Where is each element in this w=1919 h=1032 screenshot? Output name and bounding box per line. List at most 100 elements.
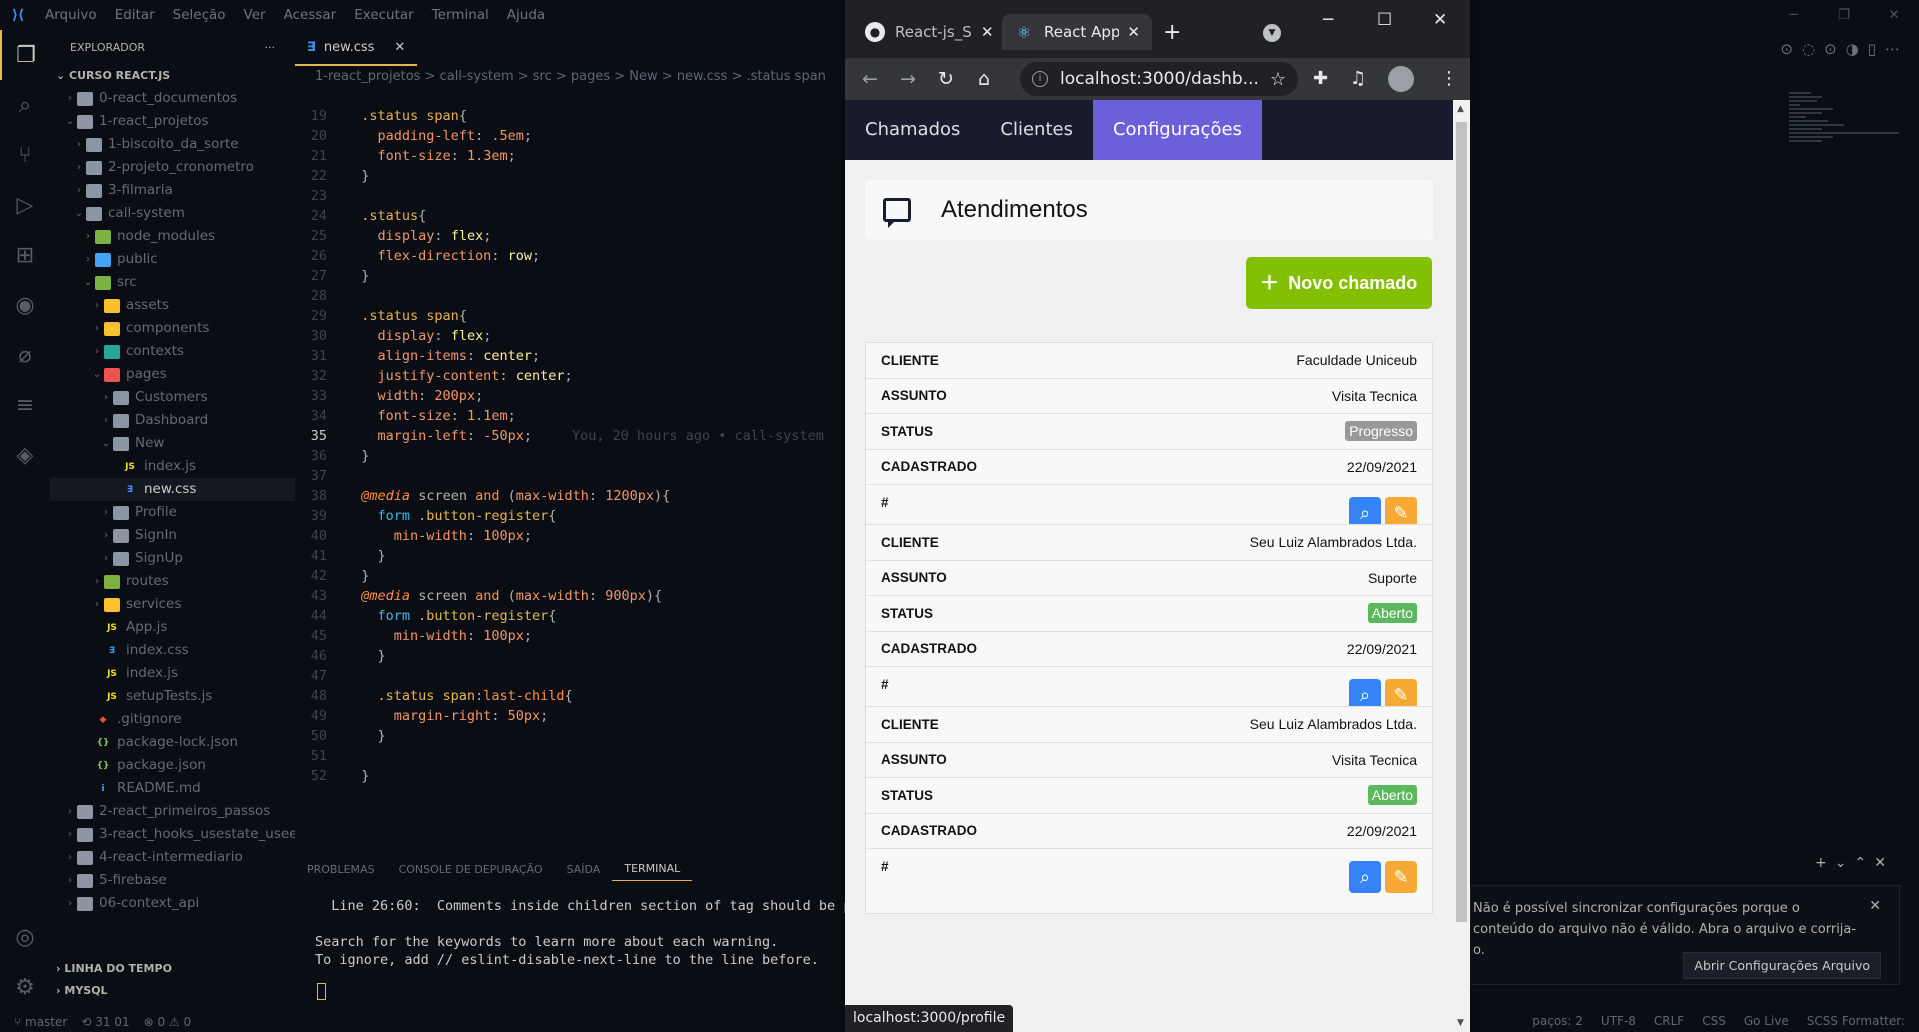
nav-chamados[interactable]: Chamados (845, 100, 980, 160)
tab-search-icon[interactable]: ▼ (1263, 24, 1281, 42)
tree-item[interactable]: › Profile (50, 501, 295, 524)
eol-status[interactable]: CRLF (1654, 1014, 1684, 1028)
tree-item[interactable]: › 1-biscoito_da_sorte (50, 133, 295, 156)
layers-icon[interactable]: ◈ (0, 430, 50, 480)
tree-item[interactable]: ∃ new.css (50, 478, 295, 501)
github-icon[interactable]: ◉ (0, 280, 50, 330)
menu-acessar[interactable]: Acessar (275, 7, 346, 23)
timeline-section[interactable]: › LINHA DO TEMPO (50, 958, 295, 980)
tree-item[interactable]: › routes (50, 570, 295, 593)
tree-item[interactable]: › 2-react_primeiros_passos (50, 800, 295, 823)
scss-formatter-status[interactable]: SCSS Formatter: (1807, 1014, 1905, 1028)
tree-item[interactable]: › node_modules (50, 225, 295, 248)
bookmark-star-icon[interactable]: ☆ (1270, 69, 1286, 90)
problems-status[interactable]: ⊗ 0 ⚠ 0 (144, 1015, 192, 1029)
minimize-icon[interactable]: ─ (1769, 0, 1819, 30)
scroll-down-icon[interactable]: ▼ (1457, 1018, 1464, 1028)
tree-item[interactable]: ◆ .gitignore (50, 708, 295, 731)
tree-item[interactable]: JS App.js (50, 616, 295, 639)
git-graph-icon[interactable]: ⌀ (0, 330, 50, 380)
minimize-icon[interactable]: ─ (1323, 10, 1333, 30)
tree-item[interactable]: ⌄ pages (50, 363, 295, 386)
menu-ajuda[interactable]: Ajuda (498, 7, 554, 23)
go-live-status[interactable]: Go Live (1744, 1014, 1789, 1028)
chrome-menu-icon[interactable]: ⋮ (1440, 68, 1458, 89)
sync-status[interactable]: ⟲ 31 01 (81, 1015, 129, 1029)
forward-icon[interactable]: → (889, 68, 927, 90)
tree-item[interactable]: › 3-filmaria (50, 179, 295, 202)
new-tab-icon[interactable]: + (1163, 20, 1181, 45)
menu-editar[interactable]: Editar (106, 7, 164, 23)
tree-item[interactable]: JS setupTests.js (50, 685, 295, 708)
panel-actions[interactable]: +⌄⌃✕ (1815, 855, 1894, 871)
tree-item[interactable]: › public (50, 248, 295, 271)
tree-item[interactable]: {} package-lock.json (50, 731, 295, 754)
close-tab-icon[interactable]: ✕ (981, 23, 994, 41)
extensions-icon[interactable]: ✚ (1313, 68, 1328, 89)
editor-actions[interactable]: ⊙◌⊙◑▯⋯ (1780, 40, 1909, 58)
tree-item[interactable]: i README.md (50, 777, 295, 800)
tree-item[interactable]: › 3-react_hooks_usestate_useef... (50, 823, 295, 846)
tree-item[interactable]: › SignIn (50, 524, 295, 547)
tab-problemas[interactable]: PROBLEMAS (295, 863, 387, 876)
tree-item[interactable]: › services (50, 593, 295, 616)
close-tab-icon[interactable]: ✕ (1127, 23, 1140, 41)
new-ticket-button[interactable]: + Novo chamado (1246, 257, 1432, 309)
nav-clientes[interactable]: Clientes (980, 100, 1093, 160)
search-icon[interactable]: ⌕ (0, 80, 50, 130)
search-ticket-button[interactable]: ⌕ (1349, 861, 1381, 893)
address-bar[interactable]: i localhost:3000/dashb... ☆ (1020, 62, 1298, 96)
settings-gear-icon[interactable]: ⚙ (0, 962, 50, 1012)
tree-item[interactable]: ⌄ 1-react_projetos (50, 110, 295, 133)
close-icon[interactable]: ✕ (1869, 0, 1919, 30)
minimap[interactable] (1789, 90, 1899, 220)
tree-item[interactable]: › Customers (50, 386, 295, 409)
tab-new-css[interactable]: ∃ new.css ✕ (295, 30, 418, 66)
more-actions-icon[interactable]: ··· (265, 41, 276, 54)
language-status[interactable]: CSS (1702, 1014, 1726, 1028)
database-icon[interactable]: ≡ (0, 380, 50, 430)
tree-item[interactable]: › 0-react_documentos (50, 87, 295, 110)
tree-item[interactable]: › 5-firebase (50, 869, 295, 892)
account-icon[interactable]: ◎ (0, 912, 50, 962)
profile-avatar[interactable] (1388, 66, 1414, 92)
code-editor[interactable]: 19 .status span{ 20 padding-left: .5em; … (295, 106, 845, 786)
extensions-icon[interactable]: ⊞ (0, 230, 50, 280)
browser-tab-github[interactable]: ● React-js_S ✕ (853, 14, 1006, 50)
scroll-up-icon[interactable]: ▲ (1457, 104, 1464, 114)
browser-tab-react-app[interactable]: ⚛ React App ✕ (1002, 14, 1152, 50)
tree-item[interactable]: ⌄ New (50, 432, 295, 455)
open-settings-file-button[interactable]: Abrir Configurações Arquivo (1683, 952, 1881, 979)
tree-item[interactable]: › Dashboard (50, 409, 295, 432)
reload-icon[interactable]: ↻ (927, 68, 965, 90)
close-notification-icon[interactable]: ✕ (1869, 898, 1881, 914)
tree-item[interactable]: › 2-projeto_cronometro (50, 156, 295, 179)
tab-saida[interactable]: SAÍDA (555, 863, 613, 876)
page-scrollbar[interactable]: ▲ ▼ (1453, 100, 1470, 1032)
menu-selecao[interactable]: Seleção (164, 7, 235, 23)
home-icon[interactable]: ⌂ (965, 68, 1003, 90)
back-icon[interactable]: ← (851, 68, 889, 90)
tree-item[interactable]: › SignUp (50, 547, 295, 570)
tab-console-depuracao[interactable]: CONSOLE DE DEPURAÇÃO (387, 863, 555, 876)
tree-item[interactable]: › 4-react-intermediario (50, 846, 295, 869)
scrollbar-thumb[interactable] (1456, 122, 1467, 922)
menu-terminal[interactable]: Terminal (423, 7, 498, 23)
media-control-icon[interactable]: ♫ (1350, 68, 1366, 89)
close-tab-icon[interactable]: ✕ (394, 40, 405, 55)
site-info-icon[interactable]: i (1032, 71, 1048, 87)
encoding-status[interactable]: UTF-8 (1601, 1014, 1636, 1028)
run-debug-icon[interactable]: ▷ (0, 180, 50, 230)
tree-item[interactable]: ∃ index.css (50, 639, 295, 662)
tree-item[interactable]: › components (50, 317, 295, 340)
tree-item[interactable]: › assets (50, 294, 295, 317)
menu-arquivo[interactable]: Arquivo (36, 7, 106, 23)
git-branch-status[interactable]: ⑂ master (14, 1015, 67, 1029)
restore-icon[interactable]: ❐ (1819, 0, 1869, 30)
nav-configuracoes[interactable]: Configurações (1092, 100, 1262, 160)
source-control-icon[interactable]: ⑂ (0, 130, 50, 180)
explorer-icon[interactable]: ❐ (0, 30, 50, 80)
tree-item[interactable]: JS index.js (50, 662, 295, 685)
breadcrumb[interactable]: 1-react_projetos > call-system > src > p… (295, 66, 845, 88)
mysql-section[interactable]: › MYSQL (50, 980, 295, 1002)
